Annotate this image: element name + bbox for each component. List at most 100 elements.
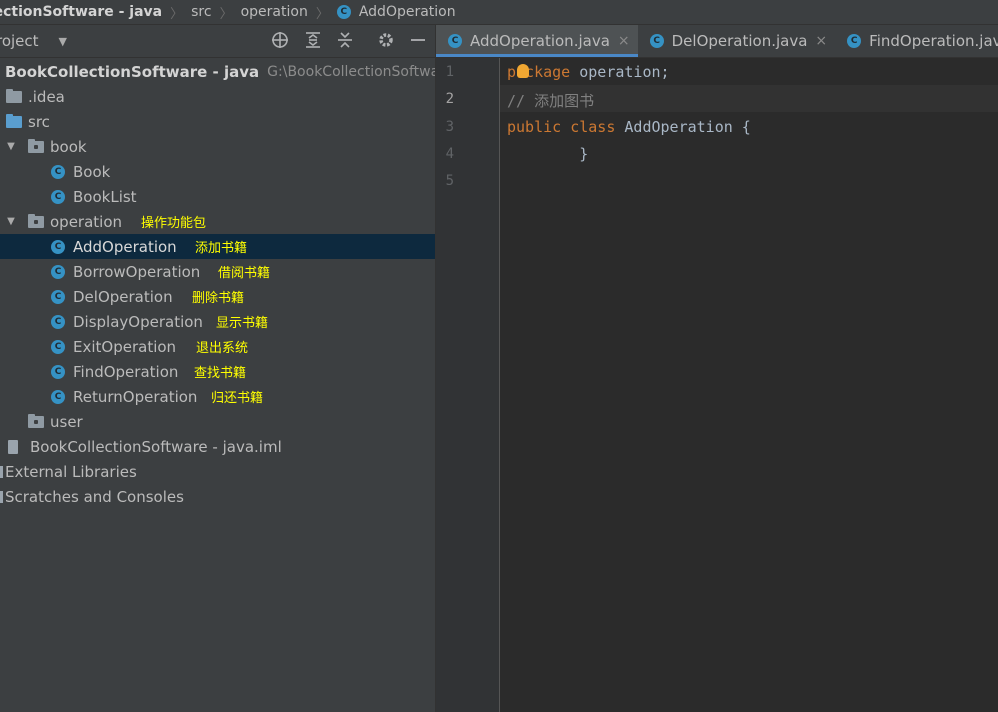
tree-item-exitoperation[interactable]: C ExitOperation 退出系统 [0, 334, 435, 359]
line-number: 3 [445, 119, 454, 135]
tree-item-operation[interactable]: ▼ operation 操作功能包 [0, 209, 435, 234]
tree-item-label: ReturnOperation [73, 387, 198, 406]
breadcrumb-separator: 〉 [170, 6, 184, 22]
tree-item-external-libraries[interactable]: External Libraries [0, 459, 435, 484]
breadcrumb-src[interactable]: src [191, 4, 211, 20]
tree-item-book-class[interactable]: C Book [0, 159, 435, 184]
close-icon[interactable]: × [815, 33, 827, 49]
annotation-note: 借阅书籍 [218, 266, 271, 281]
tree-item-src[interactable]: src [0, 109, 435, 134]
collapse-all-icon[interactable] [335, 31, 355, 51]
source-folder-icon [6, 113, 22, 128]
tree-item-returnoperation[interactable]: C ReturnOperation 归还书籍 [0, 384, 435, 409]
folder-icon [6, 88, 22, 103]
tree-item-booklist-class[interactable]: C BookList [0, 184, 435, 209]
code-text: { [732, 118, 751, 136]
tree-item-label: operation [50, 212, 123, 231]
tree-item-label: External Libraries [5, 462, 137, 481]
annotation-note: 归还书籍 [211, 391, 264, 406]
editor-tabs: C AddOperation.java × C DelOperation.jav… [436, 25, 998, 58]
annotation-note: 显示书籍 [216, 316, 269, 331]
minimize-icon[interactable] [408, 31, 428, 51]
tree-item-displayoperation[interactable]: C DisplayOperation 显示书籍 [0, 309, 435, 334]
breadcrumb-class[interactable]: AddOperation [359, 4, 456, 20]
tree-item-addoperation[interactable]: C AddOperation 添加书籍 [0, 234, 435, 259]
code-editor[interactable]: package operation; // 添加图书 public class … [500, 58, 998, 712]
tree-item-deloperation[interactable]: C DelOperation 删除书籍 [0, 284, 435, 309]
class-icon: C [847, 34, 862, 48]
module-file-icon [8, 439, 18, 454]
breadcrumb-separator: 〉 [315, 6, 329, 22]
tree-item-label: FindOperation [73, 362, 179, 381]
line-number: 5 [445, 173, 454, 189]
package-icon [28, 213, 44, 228]
chevron-down-icon[interactable]: ▼ [59, 35, 67, 48]
class-icon: C [51, 289, 65, 304]
breadcrumb: llectionSoftware - java 〉 src 〉 operatio… [0, 0, 998, 25]
tab-addoperation[interactable]: C AddOperation.java × [436, 25, 638, 57]
annotation-note: 查找书籍 [194, 366, 247, 381]
class-icon: C [51, 314, 65, 329]
keyword: class [570, 118, 616, 136]
class-icon: C [51, 239, 65, 254]
class-icon: C [51, 339, 65, 354]
annotation-note: 操作功能包 [141, 216, 207, 231]
project-view-selector[interactable]: roject [0, 32, 39, 50]
root-project-label: BookCollectionSoftware - java [5, 62, 260, 81]
class-icon: C [51, 264, 65, 279]
breadcrumb-package[interactable]: operation [241, 4, 308, 20]
tab-label: AddOperation.java [470, 32, 610, 50]
tree-item-label: AddOperation [73, 237, 177, 256]
package-icon [28, 413, 44, 428]
code-line-4: } [507, 145, 589, 163]
code-line-1: package operation; [507, 63, 670, 81]
class-icon: C [448, 34, 462, 48]
tree-item-label: src [28, 112, 50, 131]
tree-item-label: .idea [28, 87, 65, 106]
class-icon: C [51, 364, 65, 379]
class-icon: C [649, 34, 664, 48]
tab-findoperation[interactable]: C FindOperation.java [835, 25, 998, 57]
class-icon: C [336, 5, 351, 19]
tree-item-findoperation[interactable]: C FindOperation 查找书籍 [0, 359, 435, 384]
breadcrumb-separator: 〉 [219, 6, 233, 22]
tree-item-label: DisplayOperation [73, 312, 203, 331]
package-icon [28, 138, 44, 153]
tree-item-idea[interactable]: .idea [0, 84, 435, 109]
editor-panel: C AddOperation.java × C DelOperation.jav… [436, 25, 998, 712]
tab-deloperation[interactable]: C DelOperation.java × [638, 25, 836, 57]
class-icon: C [51, 164, 65, 179]
tree-item-root[interactable]: BookCollectionSoftware - java G:\BookCol… [0, 59, 435, 84]
close-icon[interactable]: × [618, 33, 630, 49]
expand-all-icon[interactable] [303, 31, 323, 51]
chevron-down-icon[interactable]: ▼ [4, 141, 18, 152]
breadcrumb-project[interactable]: llectionSoftware - java [0, 4, 162, 20]
tree-item-label: Scratches and Consoles [5, 487, 184, 506]
annotation-note: 删除书籍 [192, 291, 245, 306]
tree-item-label: BookCollectionSoftware - java.iml [30, 437, 282, 456]
line-number: 1 [445, 64, 454, 80]
annotation-note: 退出系统 [196, 341, 249, 356]
class-icon: C [51, 189, 65, 204]
tab-label: FindOperation.java [869, 32, 998, 50]
gear-icon[interactable] [376, 31, 396, 51]
tree-item-iml[interactable]: BookCollectionSoftware - java.iml [0, 434, 435, 459]
tree-item-scratches[interactable]: Scratches and Consoles [0, 484, 435, 509]
line-number: 4 [445, 146, 454, 162]
project-toolbar: roject ▼ [0, 25, 435, 58]
class-name: AddOperation [624, 118, 733, 136]
tree-item-label: BookList [73, 187, 137, 206]
code-line-2: // 添加图书 [507, 92, 595, 110]
tab-label: DelOperation.java [671, 32, 808, 50]
chevron-down-icon[interactable]: ▼ [4, 216, 18, 227]
code-text: operation; [570, 63, 670, 81]
tree-item-user[interactable]: user [0, 409, 435, 434]
scratches-icon [0, 490, 3, 503]
locate-icon[interactable] [270, 31, 290, 51]
tree-item-label: Book [73, 162, 111, 181]
lightbulb-icon[interactable] [517, 64, 529, 78]
tree-item-book[interactable]: ▼ book [0, 134, 435, 159]
root-project-path: G:\BookCollectionSoftware [267, 63, 436, 80]
tree-item-borrowoperation[interactable]: C BorrowOperation 借阅书籍 [0, 259, 435, 284]
tree-item-label: book [50, 137, 87, 156]
